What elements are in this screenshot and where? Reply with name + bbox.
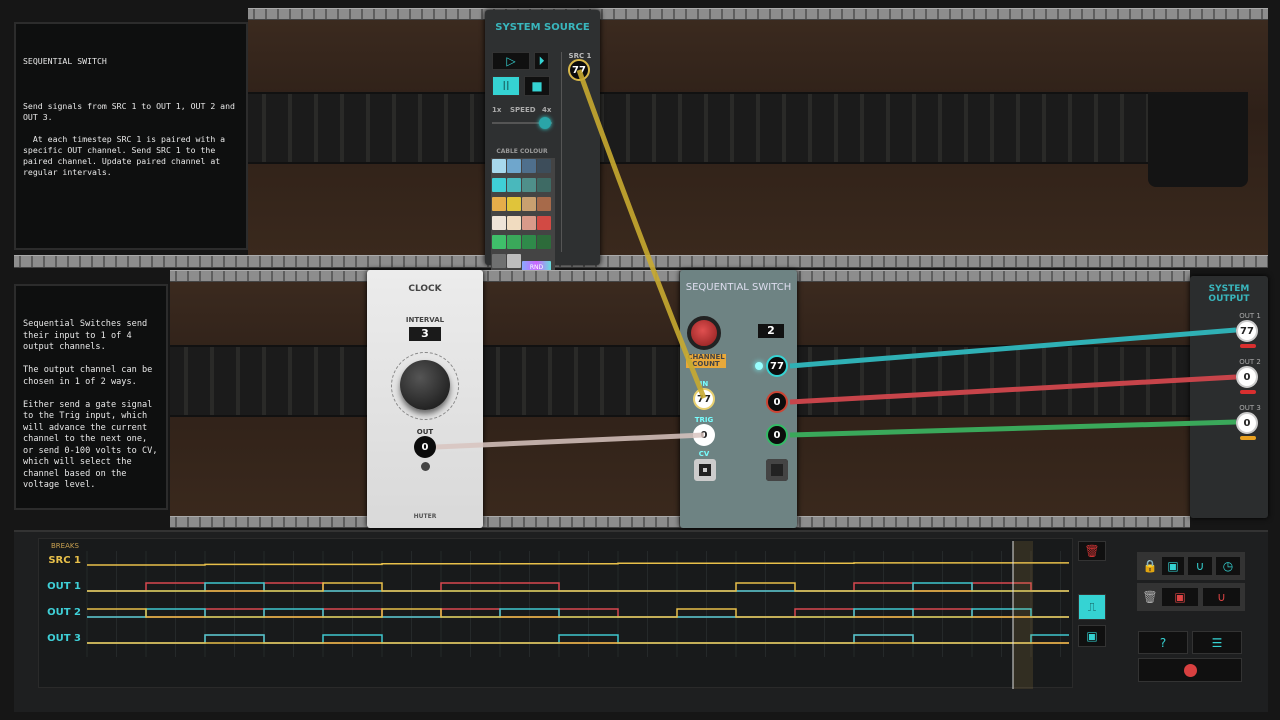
playhead[interactable] [1013, 541, 1033, 689]
delete-breaks-button[interactable]: 🗑 [1078, 541, 1106, 561]
record-icon [1183, 663, 1197, 677]
menu-button[interactable]: ☰ [1192, 631, 1242, 654]
cable-out3[interactable] [789, 419, 1237, 438]
add-cable-button[interactable]: ∪ [1187, 556, 1213, 576]
trash-icon[interactable]: 🗑 [1141, 587, 1159, 607]
cable-out2[interactable] [789, 374, 1237, 405]
waveform-view-button[interactable]: ⎍ [1078, 594, 1106, 620]
remove-module-button[interactable]: ▣ [1161, 587, 1199, 607]
cable-out1[interactable] [789, 327, 1237, 369]
record-button[interactable] [1138, 658, 1242, 682]
clock-button[interactable]: ◷ [1215, 556, 1241, 576]
module-view-button[interactable]: ▣ [1078, 625, 1106, 647]
lock-icon[interactable]: 🔒 [1141, 556, 1159, 576]
remove-cable-button[interactable]: ∪ [1202, 587, 1241, 607]
timeline: BREAKS SRC 1 OUT 1 OUT 2 OUT 3 [38, 538, 1073, 689]
timeline-waveforms [86, 541, 1069, 689]
add-module-button[interactable]: ▣ [1161, 556, 1185, 576]
cable-clock-to-trig[interactable] [435, 432, 705, 450]
help-button[interactable]: ? [1138, 631, 1188, 654]
cable-src-to-in[interactable] [576, 69, 707, 399]
